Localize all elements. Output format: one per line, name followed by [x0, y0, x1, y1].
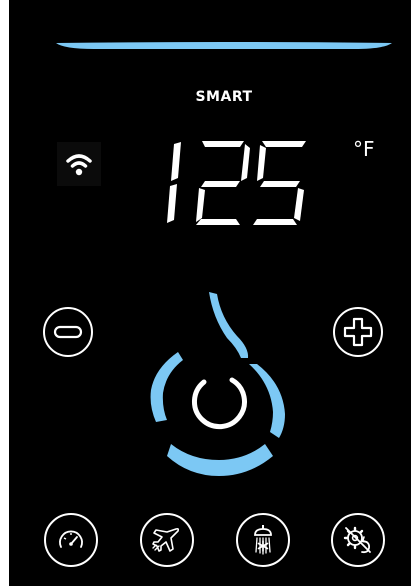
increase-button[interactable] — [333, 307, 383, 357]
control-panel: SMART °F — [9, 0, 411, 586]
wifi-icon — [57, 142, 101, 186]
plus-icon — [343, 317, 373, 347]
minus-icon — [53, 325, 83, 339]
mode-label: SMART — [195, 89, 253, 105]
gear-reset-icon — [343, 526, 371, 554]
shower-mode-button[interactable] — [236, 513, 290, 567]
reset-button[interactable] — [331, 513, 385, 567]
temperature-readout — [154, 138, 324, 228]
temperature-unit: °F — [353, 137, 375, 161]
vacation-mode-button[interactable] — [140, 513, 194, 567]
efficiency-button[interactable] — [44, 513, 98, 567]
seven-segment-digits — [167, 141, 306, 225]
decrease-button[interactable] — [43, 307, 93, 357]
speedometer-icon — [59, 530, 83, 548]
snowflake-shower-icon — [254, 525, 272, 555]
flame-dial-icon — [150, 292, 285, 476]
airplane-icon — [152, 527, 180, 552]
status-light-bar — [56, 42, 392, 49]
